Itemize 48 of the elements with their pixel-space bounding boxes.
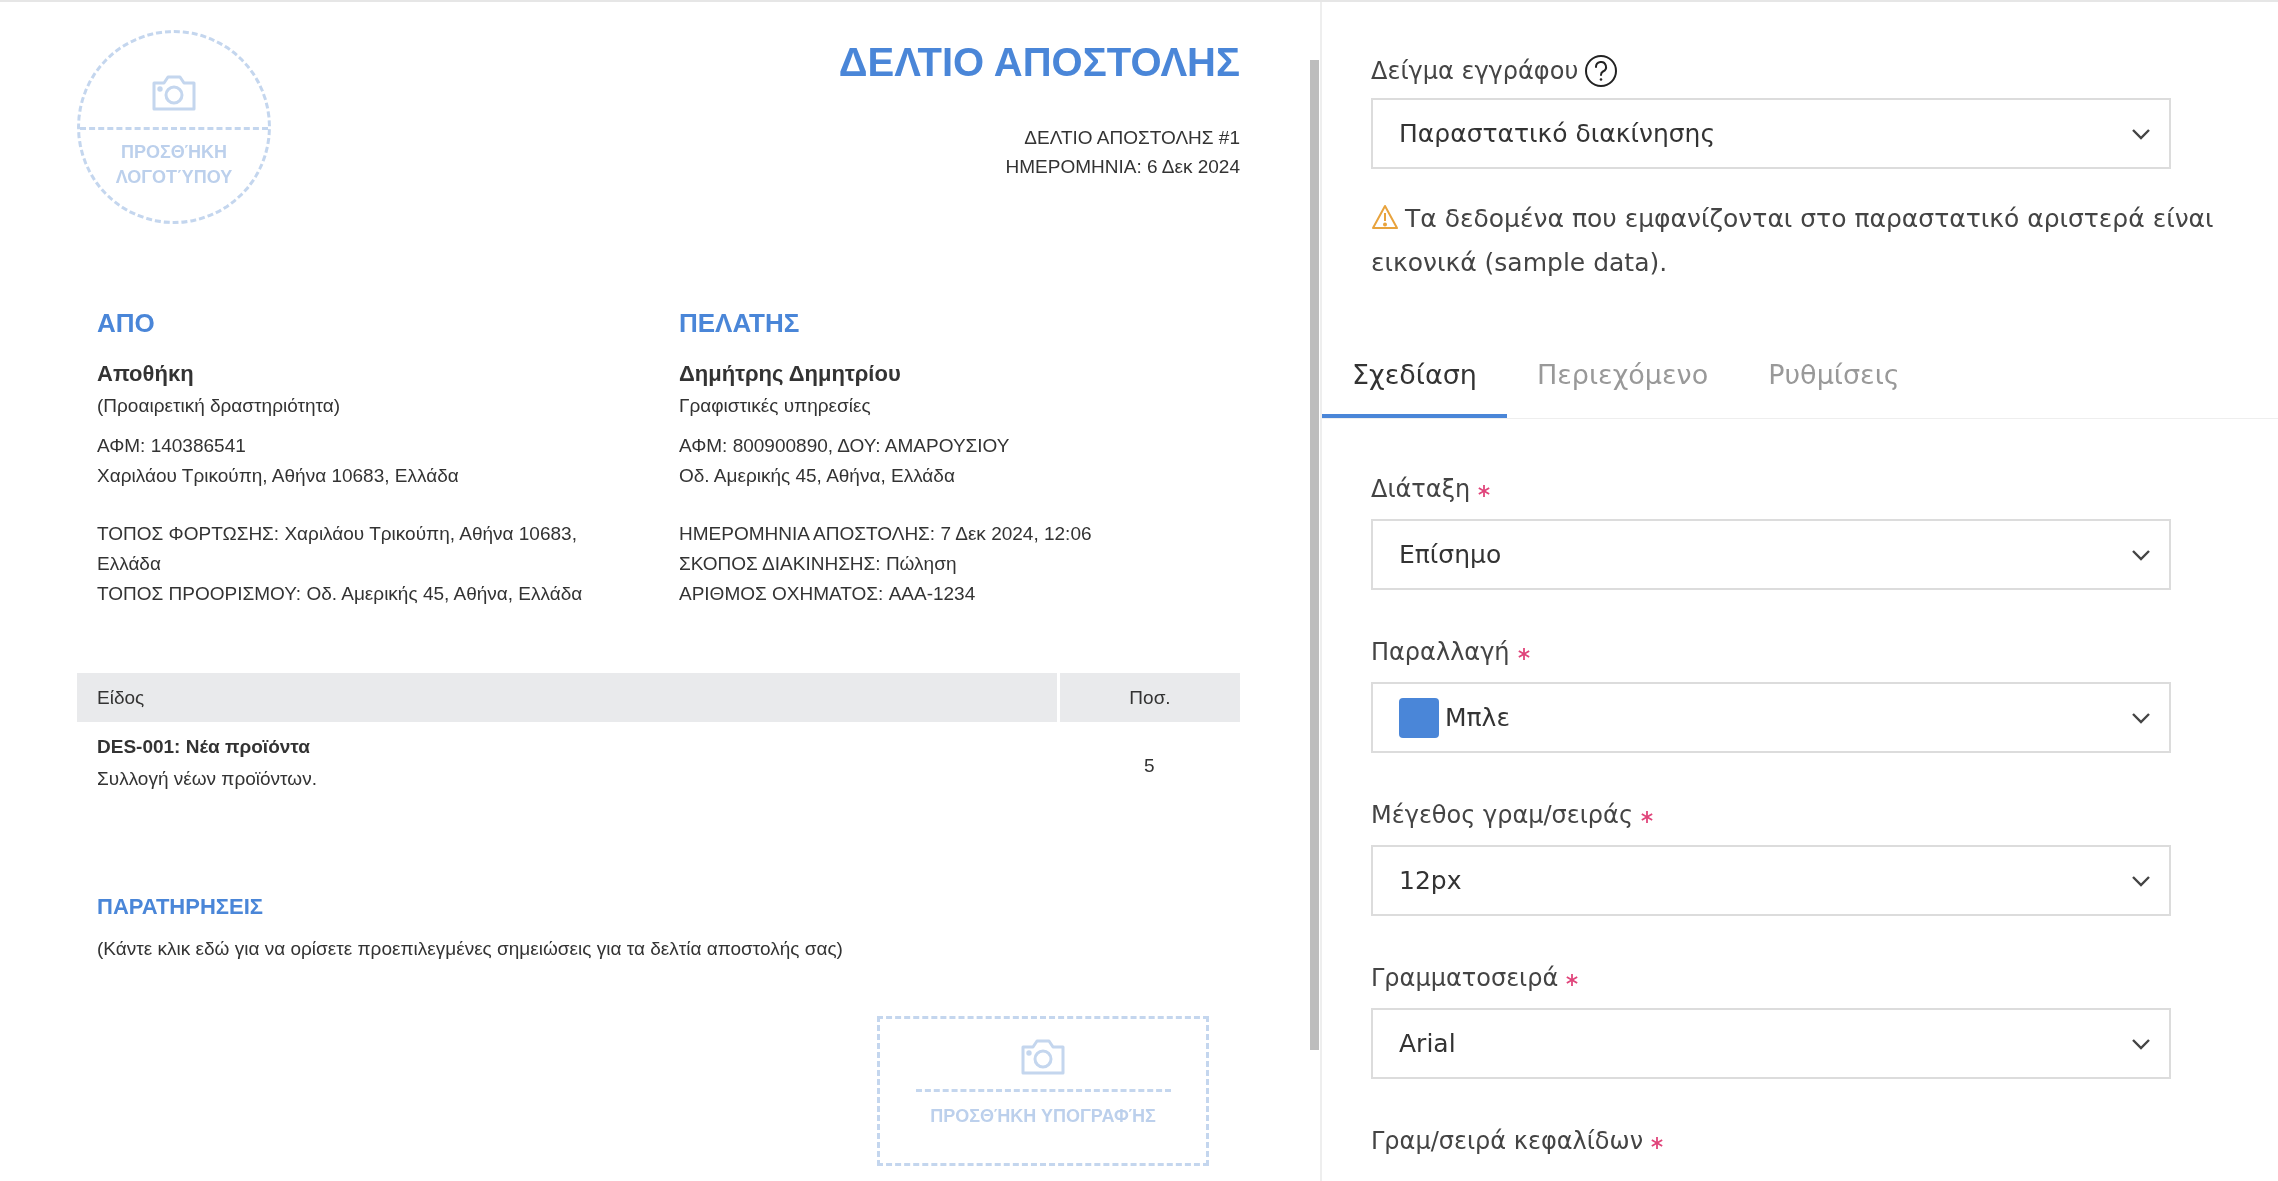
document-number: ΔΕΛΤΙΟ ΑΠΟΣΤΟΛΗΣ #1: [1023, 126, 1240, 150]
field-label: Διάταξη: [1371, 475, 1471, 503]
field-label: Γραμματοσειρά: [1371, 964, 1559, 992]
shipping-detail-line: ΤΟΠΟΣ ΦΟΡΤΩΣΗΣ: Χαριλάου Τρικούπη, Αθήνα 10683, Ελλάδα: [97, 522, 578, 576]
field-label: Μέγεθος γραμ/σειράς: [1371, 801, 1633, 829]
party-subtitle: Γραφιστικές υπηρεσίες: [679, 394, 872, 418]
shipping-detail-line: ΤΟΠΟΣ ΠΡΟΟΡΙΣΜΟΥ: Οδ. Αμερικής 45, Αθήνα, Ελλάδα: [97, 582, 584, 606]
table-header-cell: Ποσ.: [1058, 673, 1240, 722]
party-name: Αποθήκη: [97, 361, 195, 387]
table-header-cell: Είδος: [77, 673, 1059, 722]
field-label: Γραμ/σειρά κεφαλίδων: [1371, 1127, 1644, 1155]
shipping-detail-line: ΣΚΟΠΟΣ ΔΙΑΚΙΝΗΣΗΣ: Πώληση: [679, 552, 958, 576]
document-date: ΗΜΕΡΟΜΗΝΙΑ: 6 Δεκ 2024: [1004, 155, 1240, 179]
field-label: Δείγμα εγγράφου: [1371, 57, 1579, 85]
shipping-detail-line: ΗΜΕΡΟΜΗΝΙΑ ΑΠΟΣΤΟΛΗΣ: 7 Δεκ 2024, 12:06: [679, 522, 1093, 546]
notes-heading: ΠΑΡΑΤΗΡΗΣΕΙΣ: [97, 894, 264, 920]
tab[interactable]: Σχεδίαση: [1322, 343, 1507, 418]
item-description: Συλλογή νέων προϊόντων.: [97, 768, 318, 790]
party-subtitle: (Προαιρετική δραστηριότητα): [97, 394, 342, 418]
dropdown-select[interactable]: 12px: [1371, 845, 2171, 916]
party-info-line: Χαριλάου Τρικούπη, Αθήνα 10683, Ελλάδα: [97, 464, 460, 488]
party-info-line: ΑΦΜ: 800900890, ΔΟΥ: ΑΜΑΡΟΥΣΙΟΥ: [679, 434, 1011, 458]
help-icon[interactable]: [1584, 54, 1619, 88]
dropdown-select[interactable]: Παραστατικό διακίνησης: [1371, 98, 2171, 169]
party-name: Δημήτρης Δημητρίου: [679, 361, 902, 387]
field-label: Παραλλαγή: [1371, 638, 1510, 666]
chevron-down-icon: [2131, 874, 2151, 887]
notes-link[interactable]: (Κάντε κλικ εδώ για να ορίσετε προεπιλεγμένες σημειώσεις για τα δελτία αποστολής σας): [97, 934, 1240, 964]
party-info-line: ΑΦΜ: 140386541: [97, 434, 247, 458]
chevron-down-icon: [2131, 1037, 2151, 1050]
dropdown-select[interactable]: Arial: [1371, 1008, 2171, 1079]
chevron-down-icon: [2131, 711, 2151, 724]
camera-icon: [150, 73, 198, 113]
warning-message: Τα δεδομένα που εμφανίζονται στο παραστατικό αριστερά είναι εικονικά (sample data).: [1371, 203, 2215, 279]
section-heading: ΠΕΛΑΤΗΣ: [679, 308, 801, 339]
section-heading: ΑΠΟ: [97, 308, 156, 339]
chevron-down-icon: [2131, 127, 2151, 140]
chevron-down-icon: [2131, 548, 2151, 561]
dropdown-select[interactable]: Επίσημο: [1371, 519, 2171, 590]
item-title: DES-001: Νέα προϊόντα: [97, 736, 311, 758]
dropdown-select[interactable]: Μπλε: [1371, 682, 2171, 753]
camera-icon: [1019, 1037, 1067, 1077]
quantity-cell: 5: [1058, 722, 1240, 790]
shipping-detail-line: ΑΡΙΘΜΟΣ ΟΧΗΜΑΤΟΣ: AAA-1234: [679, 582, 977, 606]
document-title: ΔΕΛΤΙΟ ΑΠΟΣΤΟΛΗΣ: [838, 40, 1240, 85]
scrollbar-thumb[interactable]: [1310, 60, 1319, 1050]
party-info-line: Οδ. Αμερικής 45, Αθήνα, Ελλάδα: [679, 464, 956, 488]
warning-icon: [1371, 204, 1399, 230]
